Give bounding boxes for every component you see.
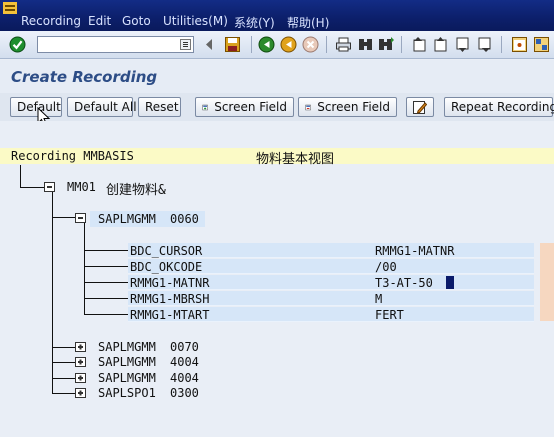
toolbar-separator [326,36,327,53]
repeat-recording-button[interactable]: Repeat Recording [444,97,554,117]
recording-tree-area: Recording MMBASIS 物料基本视图 MM01 创建物料& SAPL… [0,121,554,437]
tree-line [20,187,44,188]
shortcut-icon[interactable] [533,36,550,53]
window-menu-icon[interactable] [3,2,17,14]
field-value: /00 [375,260,397,274]
screen-collapsed-icon[interactable] [75,373,86,383]
delete-screen-field-label: Screen Field [317,100,390,114]
menu-help[interactable]: 帮助(H) [287,14,329,31]
tree-line [84,223,85,315]
field-name: BDC_OKCODE [130,260,203,274]
tree-line [84,282,128,283]
transaction-description: 创建物料& [106,183,166,198]
text-cursor [446,276,454,289]
tree-line [84,298,128,299]
page-title: Create Recording [11,68,158,86]
toolbar-separator [401,36,402,53]
field-name: RMMG1-MBRSH [130,292,210,306]
exit-icon[interactable] [280,36,297,53]
default-all-button-label: Default All [74,100,137,114]
find-icon[interactable] [357,36,374,53]
field-name: BDC_CURSOR [130,244,203,258]
tree-line [52,347,75,348]
field-value: FERT [375,308,404,322]
default-button[interactable]: Default [10,97,62,117]
edit-button[interactable] [406,97,434,117]
first-page-icon[interactable] [411,36,428,53]
tree-line [52,217,75,218]
new-session-icon[interactable] [511,36,528,53]
cancel-icon[interactable] [302,36,319,53]
command-history-icon[interactable] [180,39,191,50]
title-bar: Create Recording [0,60,554,93]
screen-program[interactable]: SAPLSPO1 [98,386,156,400]
save-icon[interactable] [224,36,241,53]
menu-edit[interactable]: Edit [88,14,111,28]
toolbar-separator [501,36,502,53]
screen-dynpro: 4004 [170,355,199,369]
application-toolbar: Default Default All Reset Screen Field S… [0,93,554,127]
back-icon[interactable] [258,36,275,53]
enter-icon[interactable] [9,36,26,53]
screen-program[interactable]: SAPLMGMM [98,340,156,354]
screen-expanded-icon[interactable] [75,213,86,223]
reset-button[interactable]: Reset [138,97,181,117]
tree-line [52,393,75,394]
menu-goto[interactable]: Goto [122,14,151,28]
tree-line [52,192,53,217]
toolbar-separator [251,36,252,53]
add-field-icon [202,104,208,110]
add-screen-field-button[interactable]: Screen Field [195,97,294,117]
menu-system[interactable]: 系统(Y) [234,14,275,31]
menu-bar: Recording Edit Goto Utilities(M) 系统(Y) 帮… [0,0,554,31]
field-name: RMMG1-MATNR [130,276,210,290]
screen-dynpro: 0300 [170,386,199,400]
transaction-code[interactable]: MM01 [67,180,96,194]
screen-program[interactable]: SAPLMGMM [98,371,156,385]
field-value: M [375,292,383,306]
recording-header: Recording MMBASIS 物料基本视图 [0,148,554,167]
screen-collapsed-icon[interactable] [75,388,86,398]
delete-field-icon [305,104,311,110]
screen-dynpro: 0070 [170,340,199,354]
recording-label: Recording MMBASIS [11,149,134,163]
screen-dynpro: 4004 [170,371,199,385]
find-next-icon[interactable] [378,36,395,53]
tree-line [84,314,128,315]
tree-line [84,250,128,251]
tree-line [20,165,21,187]
command-field[interactable] [37,36,194,53]
next-page-icon[interactable] [454,36,471,53]
last-page-icon[interactable] [476,36,493,53]
field-name: RMMG1-MTART [130,308,210,322]
scroll-margin [540,243,554,321]
field-value: T3-AT-50 [375,276,433,290]
tree-line [84,266,128,267]
menu-utilities[interactable]: Utilities(M) [163,14,228,28]
prev-page-icon[interactable] [432,36,449,53]
menu-recording[interactable]: Recording [21,14,81,28]
field-value: RMMG1-MATNR [375,244,455,258]
triangle-left-icon[interactable] [204,36,214,53]
standard-toolbar [0,31,554,59]
recording-description: 物料基本视图 [256,152,335,167]
screen-collapsed-icon[interactable] [75,342,86,352]
screen-program[interactable]: SAPLMGMM [98,355,156,369]
print-icon[interactable] [335,36,352,53]
repeat-recording-label: Repeat Recording [451,100,554,114]
tree-line [52,362,75,363]
add-screen-field-label: Screen Field [214,100,287,114]
delete-screen-field-button[interactable]: Screen Field [298,97,397,117]
reset-button-label: Reset [145,100,179,114]
screen-collapsed-icon[interactable] [75,357,86,367]
tree-line [52,378,75,379]
default-all-button[interactable]: Default All [67,97,137,117]
screen-program[interactable]: SAPLMGMM [98,212,156,226]
screen-dynpro: 0060 [170,212,199,226]
tree-line [52,217,53,394]
edit-pencil-icon [413,100,427,114]
folder-expanded-icon[interactable] [44,182,55,192]
